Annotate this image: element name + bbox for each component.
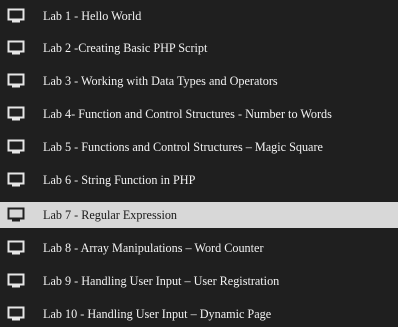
menu-item-label: Lab 5 - Functions and Control Structures…	[43, 140, 323, 154]
monitor-icon	[7, 172, 25, 187]
menu-item-lab-3[interactable]: Lab 3 - Working with Data Types and Oper…	[0, 68, 398, 94]
menu-item-label: Lab 10 - Handling User Input – Dynamic P…	[43, 307, 272, 321]
monitor-icon	[7, 40, 25, 55]
monitor-icon	[7, 207, 25, 222]
monitor-icon	[7, 8, 25, 23]
menu-item-label: Lab 6 - String Function in PHP	[43, 173, 196, 187]
menu-item-lab-4[interactable]: Lab 4- Function and Control Structures -…	[0, 101, 398, 127]
menu-item-lab-2[interactable]: Lab 2 -Creating Basic PHP Script	[0, 35, 398, 61]
monitor-icon	[7, 139, 25, 154]
monitor-icon	[7, 306, 25, 321]
menu-item-label: Lab 2 -Creating Basic PHP Script	[43, 41, 208, 55]
menu-item-label: Lab 4- Function and Control Structures -…	[43, 107, 332, 121]
menu-item-lab-7[interactable]: Lab 7 - Regular Expression	[0, 202, 398, 228]
menu-item-lab-6[interactable]: Lab 6 - String Function in PHP	[0, 167, 398, 193]
menu-item-label: Lab 9 - Handling User Input – User Regis…	[43, 274, 280, 288]
menu-item-lab-9[interactable]: Lab 9 - Handling User Input – User Regis…	[0, 268, 398, 294]
menu-item-label: Lab 1 - Hello World	[43, 9, 142, 23]
lab-menu: Lab 1 - Hello World Lab 2 -Creating Basi…	[0, 0, 398, 327]
menu-item-lab-5[interactable]: Lab 5 - Functions and Control Structures…	[0, 134, 398, 160]
monitor-icon	[7, 240, 25, 255]
monitor-icon	[7, 106, 25, 121]
menu-item-label: Lab 3 - Working with Data Types and Oper…	[43, 74, 278, 88]
menu-item-lab-1[interactable]: Lab 1 - Hello World	[0, 3, 398, 29]
menu-item-lab-10[interactable]: Lab 10 - Handling User Input – Dynamic P…	[0, 301, 398, 327]
monitor-icon	[7, 273, 25, 288]
menu-item-label: Lab 7 - Regular Expression	[43, 208, 178, 222]
menu-item-label: Lab 8 - Array Manipulations – Word Count…	[43, 241, 264, 255]
menu-item-lab-8[interactable]: Lab 8 - Array Manipulations – Word Count…	[0, 235, 398, 261]
monitor-icon	[7, 73, 25, 88]
